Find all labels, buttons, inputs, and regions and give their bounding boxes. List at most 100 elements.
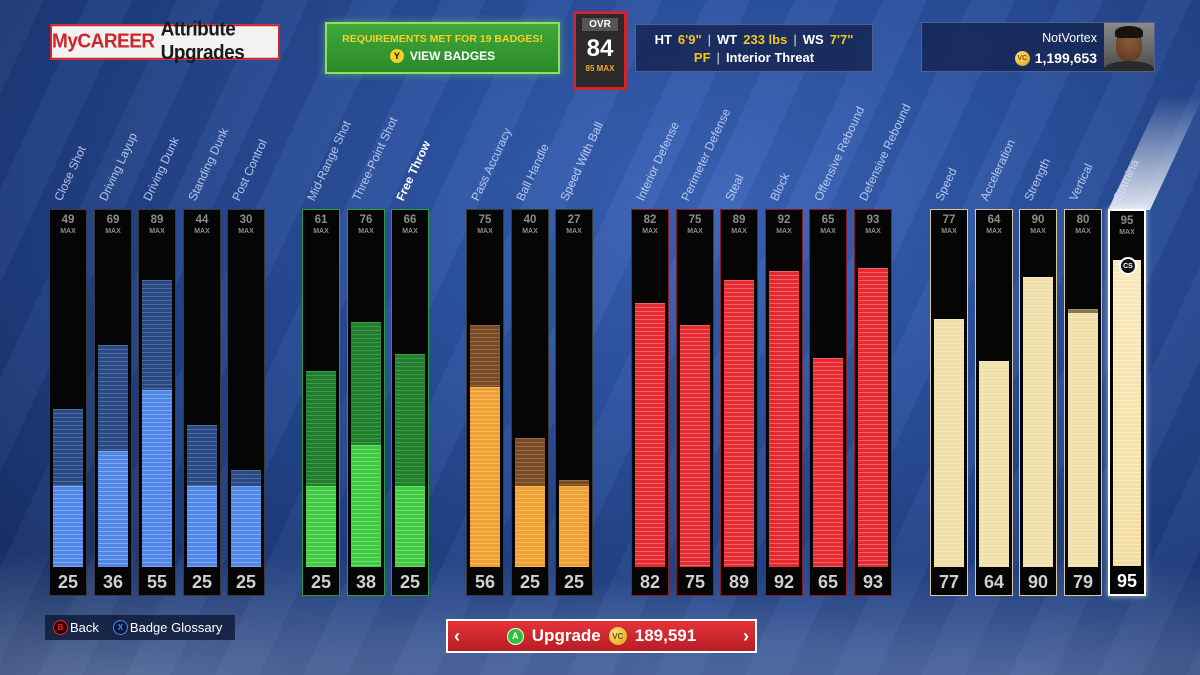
attribute-name: Speed With Ball [557, 119, 607, 203]
badge-glossary-hint[interactable]: X Badge Glossary [112, 620, 222, 635]
attribute-bar[interactable]: 89 MAX 89 [720, 209, 758, 596]
attribute-max-value: 95 [1120, 215, 1134, 227]
attribute-max-label: MAX [402, 228, 418, 235]
attribute-max-label: MAX [194, 228, 210, 235]
attribute-max-label: MAX [105, 228, 121, 235]
upgrade-label: Upgrade [531, 626, 601, 645]
attribute-bar[interactable]: 89 MAX 55 [138, 209, 176, 596]
attribute-driving-layup[interactable]: Driving Layup 69 MAX 36 [94, 0, 140, 675]
attribute-current-value: 25 [399, 572, 421, 592]
attribute-current-fill [724, 280, 754, 567]
attribute-current-value: 25 [191, 572, 213, 592]
attribute-max-label: MAX [566, 228, 582, 235]
attribute-bar[interactable]: 40 MAX 25 [511, 209, 549, 596]
attribute-driving-dunk[interactable]: Driving Dunk 89 MAX 55 [138, 0, 182, 675]
attribute-name: Defensive Rebound [856, 101, 914, 203]
attribute-bar[interactable]: 61 MAX 25 [302, 209, 340, 596]
attribute-max-value: 69 [106, 214, 120, 226]
attribute-bar[interactable]: 95 MAX CS 95 [1108, 209, 1146, 596]
attribute-post-control[interactable]: Post Control 30 MAX 25 [227, 0, 270, 675]
attribute-current-fill [53, 486, 83, 567]
attribute-bar[interactable]: 80 MAX 79 [1064, 209, 1102, 596]
attribute-current-fill [231, 486, 261, 567]
attribute-offensive-rebound[interactable]: Offensive Rebound 65 MAX 65 [809, 0, 867, 675]
attribute-interior-defense[interactable]: Interior Defense 82 MAX 82 [631, 0, 682, 675]
attribute-bar[interactable]: 44 MAX 25 [183, 209, 221, 596]
attribute-name: Driving Dunk [140, 134, 183, 203]
attribute-current-fill [1113, 260, 1141, 566]
attribute-close-shot[interactable]: Close Shot 49 MAX 25 [49, 0, 89, 675]
attribute-current-fill [680, 325, 710, 567]
attribute-current-fill [98, 451, 128, 567]
attribute-current-fill [635, 303, 665, 567]
vc-coin-icon: VC [608, 627, 627, 645]
attribute-pass-accuracy[interactable]: Pass Accuracy 75 MAX 56 [466, 0, 514, 675]
chevron-right-icon: › [743, 626, 749, 646]
attribute-name: Close Shot [51, 143, 89, 203]
attribute-bar[interactable]: 75 MAX 75 [676, 209, 714, 596]
attribute-mid-range-shot[interactable]: Mid-Range Shot 61 MAX 25 [302, 0, 354, 675]
attribute-block[interactable]: Block 92 MAX 92 [765, 0, 803, 675]
back-hint[interactable]: B Back [53, 620, 99, 635]
attribute-bar[interactable]: 66 MAX 25 [391, 209, 429, 596]
attribute-free-throw[interactable]: Free Throw 66 MAX 25 [391, 0, 433, 675]
attribute-bar[interactable]: 82 MAX 82 [631, 209, 669, 596]
attribute-current-fill [934, 319, 964, 567]
attribute-current-value: 93 [862, 572, 884, 592]
attribute-vertical[interactable]: Vertical 80 MAX 79 [1064, 0, 1102, 675]
attribute-bar[interactable]: 76 MAX 38 [347, 209, 385, 596]
b-button-icon: B [53, 620, 68, 635]
attribute-bar[interactable]: 49 MAX 25 [49, 209, 87, 596]
attribute-current-value: 25 [57, 572, 79, 592]
attribute-strength[interactable]: Strength 90 MAX 90 [1019, 0, 1057, 675]
attribute-max-value: 44 [195, 214, 209, 226]
attribute-three-point-shot[interactable]: Three-Point Shot 76 MAX 38 [347, 0, 400, 675]
attribute-current-fill [515, 486, 545, 567]
attribute-current-value: 64 [983, 572, 1005, 592]
attribute-defensive-rebound[interactable]: Defensive Rebound 93 MAX 93 [854, 0, 914, 675]
attribute-name: Ball Handle [513, 141, 552, 203]
attribute-bar[interactable]: 75 MAX 56 [466, 209, 504, 596]
attribute-current-fill [559, 486, 589, 567]
attribute-bar[interactable]: 90 MAX 90 [1019, 209, 1057, 596]
attribute-name: Acceleration [977, 137, 1018, 203]
attribute-name: Strength [1021, 155, 1054, 203]
attribute-bar[interactable]: 65 MAX 65 [809, 209, 847, 596]
attribute-steal[interactable]: Steal 89 MAX 89 [720, 0, 758, 675]
attribute-acceleration[interactable]: Acceleration 64 MAX 64 [975, 0, 1018, 675]
attribute-current-fill [351, 445, 381, 567]
attribute-max-value: 27 [567, 214, 581, 226]
x-button-icon: X [112, 620, 128, 635]
attribute-bar[interactable]: 27 MAX 25 [555, 209, 593, 596]
attribute-bar[interactable]: 92 MAX 92 [765, 209, 803, 596]
attribute-bar[interactable]: 69 MAX 36 [94, 209, 132, 596]
attribute-current-value: 25 [235, 572, 257, 592]
attribute-ball-handle[interactable]: Ball Handle 40 MAX 25 [511, 0, 552, 675]
attribute-bar[interactable]: 30 MAX 25 [227, 209, 265, 596]
attribute-name: Block [767, 170, 793, 203]
attribute-current-fill [1023, 277, 1053, 567]
attribute-current-fill [395, 486, 425, 567]
attribute-speed[interactable]: Speed 77 MAX 77 [930, 0, 968, 675]
attribute-speed-with-ball[interactable]: Speed With Ball 27 MAX 25 [555, 0, 606, 675]
attribute-name: Free Throw [393, 138, 434, 203]
attribute-current-value: 92 [773, 572, 795, 592]
attribute-bar[interactable]: 64 MAX 64 [975, 209, 1013, 596]
upgrade-button[interactable]: ‹ A Upgrade VC 189,591 › [446, 619, 757, 653]
attribute-stamina[interactable]: Stamina 95 MAX CS 95 [1108, 0, 1146, 675]
attribute-bar[interactable]: 77 MAX 77 [930, 209, 968, 596]
attribute-name: Vertical [1066, 161, 1096, 203]
attribute-max-value: 65 [821, 214, 835, 226]
attribute-current-value: 25 [563, 572, 585, 592]
attribute-standing-dunk[interactable]: Standing Dunk 44 MAX 25 [183, 0, 231, 675]
attribute-max-value: 89 [150, 214, 164, 226]
attribute-max-value: 66 [403, 214, 417, 226]
attribute-max-value: 93 [866, 214, 880, 226]
attribute-name: Speed [932, 165, 960, 203]
attribute-current-value: 95 [1116, 571, 1138, 591]
attribute-current-value: 82 [639, 572, 661, 592]
attribute-perimeter-defense[interactable]: Perimeter Defense 75 MAX 75 [676, 0, 733, 675]
attribute-current-fill [769, 271, 799, 567]
attribute-max-value: 76 [359, 214, 373, 226]
attribute-bar[interactable]: 93 MAX 93 [854, 209, 892, 596]
